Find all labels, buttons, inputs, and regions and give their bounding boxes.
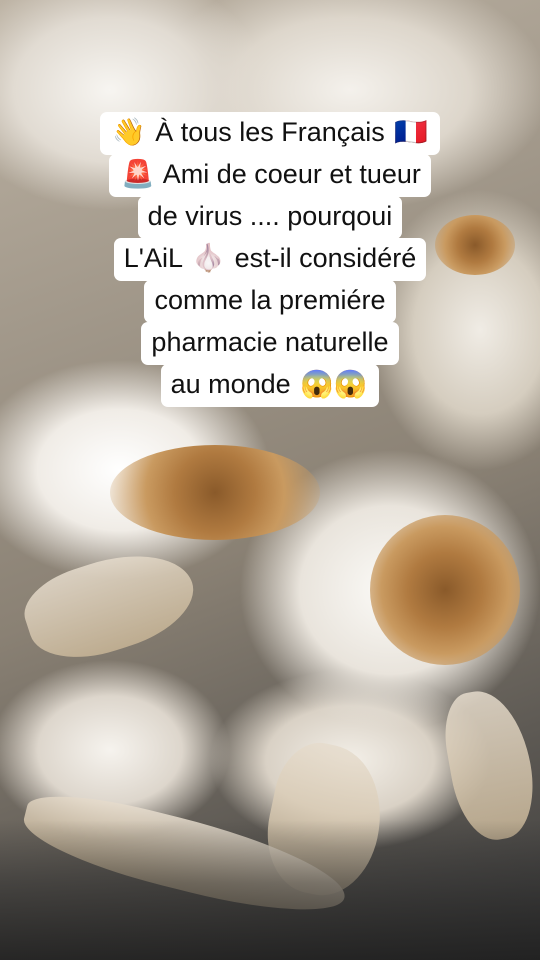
caption-line-3: de virus .... pourqoui	[137, 196, 403, 239]
waving-hand-icon: 👋	[112, 117, 146, 147]
caption-line-4: L'AiL 🧄 est-il considéré	[113, 238, 427, 281]
caption-text: À tous les Français	[155, 117, 385, 147]
caption-line-7: au monde 😱😱	[160, 364, 380, 407]
garlic-root-left	[110, 445, 320, 540]
caption-text: est-il considéré	[234, 243, 417, 273]
caption-text: L'AiL	[123, 243, 182, 273]
france-flag-icon: 🇫🇷	[394, 117, 428, 147]
caption-text: Ami de coeur et tueur	[162, 159, 421, 189]
basket-shadow	[0, 820, 540, 960]
caption-line-5: comme la premiére	[144, 280, 396, 323]
caption-block: 👋 À tous les Français 🇫🇷 🚨 Ami de coeur …	[0, 112, 540, 407]
caption-text: comme la premiére	[154, 285, 386, 315]
caption-line-6: pharmacie naturelle	[141, 322, 399, 365]
photo-background: 👋 À tous les Français 🇫🇷 🚨 Ami de coeur …	[0, 0, 540, 960]
police-light-icon: 🚨	[121, 159, 155, 189]
garlic-skin-1	[15, 535, 205, 675]
caption-text: pharmacie naturelle	[151, 327, 389, 357]
caption-text: de virus .... pourqoui	[147, 201, 393, 231]
garlic-icon: 🧄	[191, 243, 226, 273]
caption-line-2: 🚨 Ami de coeur et tueur	[109, 154, 431, 197]
garlic-root-right	[370, 515, 520, 665]
caption-text: au monde	[170, 369, 291, 399]
screaming-face-icon: 😱😱	[300, 369, 368, 399]
caption-line-1: 👋 À tous les Français 🇫🇷	[100, 112, 440, 155]
